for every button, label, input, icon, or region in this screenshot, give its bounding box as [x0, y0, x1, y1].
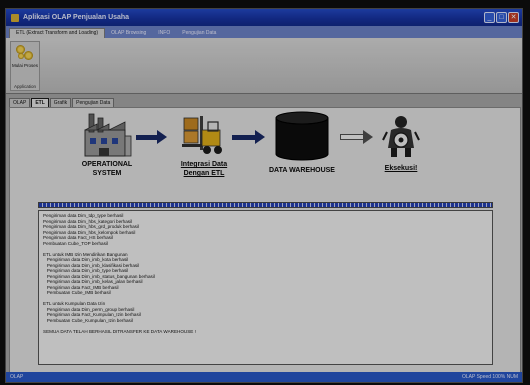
mulai-proses-label: Mulai Proses: [11, 63, 38, 68]
tab-info[interactable]: INFO: [152, 29, 176, 38]
status-right: OLAP Speed 100% NUM: [461, 374, 518, 380]
app-window: Aplikasi OLAP Penjualan Usaha _ □ ✕ ETL …: [5, 8, 523, 383]
etl-log[interactable]: Pengiriman data Dim_tdp_type berhasil Pen…: [38, 210, 493, 365]
etl-progress-bar: [38, 202, 493, 208]
gears-icon: [16, 45, 34, 61]
window-controls: _ □ ✕: [484, 12, 519, 23]
tab-etl[interactable]: ETL (Extract Transform and Loading): [9, 28, 106, 38]
status-left: OLAP: [10, 374, 24, 380]
log-line: SEMUA DATA TELAH BERHASIL DITRANSFER KE …: [43, 328, 196, 334]
etl-panel: OPERATIONAL SYSTEM Integrasi Data Dengan…: [9, 107, 521, 373]
mulai-proses-button[interactable]: Mulai Proses: [11, 45, 39, 68]
tab-olap-browsing[interactable]: OLAP Browsing: [105, 29, 152, 38]
execute-label[interactable]: Eksekusi!: [370, 164, 432, 173]
doc-tab-olap[interactable]: OLAP: [9, 98, 31, 107]
document-tabs: OLAP ETL Grafik Pengujian Data: [9, 97, 115, 107]
operational-label-1: OPERATIONAL: [81, 161, 133, 168]
progress-fill: [39, 203, 492, 207]
ribbon-group-label: Application: [13, 84, 36, 89]
etl-label-1: Integrasi Data: [180, 161, 228, 168]
operational-system-node: OPERATIONAL SYSTEM: [72, 112, 142, 178]
title-bar[interactable]: Aplikasi OLAP Penjualan Usaha _ □ ✕: [6, 9, 522, 26]
doc-tab-pengujian-data[interactable]: Pengujian Data: [72, 98, 115, 107]
worker-icon: [382, 116, 420, 157]
factory-icon: [84, 113, 132, 157]
window-title: Aplikasi OLAP Penjualan Usaha: [23, 14, 130, 21]
maximize-button[interactable]: □: [496, 12, 507, 23]
screen: Aplikasi OLAP Penjualan Usaha _ □ ✕ ETL …: [0, 0, 530, 385]
forklift-icon: [182, 116, 222, 154]
doc-tab-etl[interactable]: ETL: [31, 98, 49, 107]
data-warehouse-node: DATA WAREHOUSE: [254, 110, 350, 175]
close-button[interactable]: ✕: [508, 12, 519, 23]
etl-label-2: Dengan ETL: [183, 170, 225, 177]
status-bar: OLAP OLAP Speed 100% NUM: [6, 372, 522, 382]
database-icon: [275, 111, 329, 161]
etl-node: Integrasi Data Dengan ETL: [166, 112, 242, 178]
execute-node[interactable]: Eksekusi!: [370, 114, 432, 173]
tab-pengujian-data[interactable]: Pengujian Data: [176, 29, 222, 38]
operational-label-2: SYSTEM: [92, 170, 122, 177]
minimize-button[interactable]: _: [484, 12, 495, 23]
doc-tab-grafik[interactable]: Grafik: [49, 98, 72, 107]
ribbon-group-application: Mulai Proses Application: [10, 41, 40, 91]
app-icon: [11, 13, 19, 22]
ribbon-tabs: ETL (Extract Transform and Loading) OLAP…: [6, 26, 522, 38]
data-warehouse-label: DATA WAREHOUSE: [269, 167, 335, 174]
ribbon: Mulai Proses Application: [6, 38, 522, 94]
